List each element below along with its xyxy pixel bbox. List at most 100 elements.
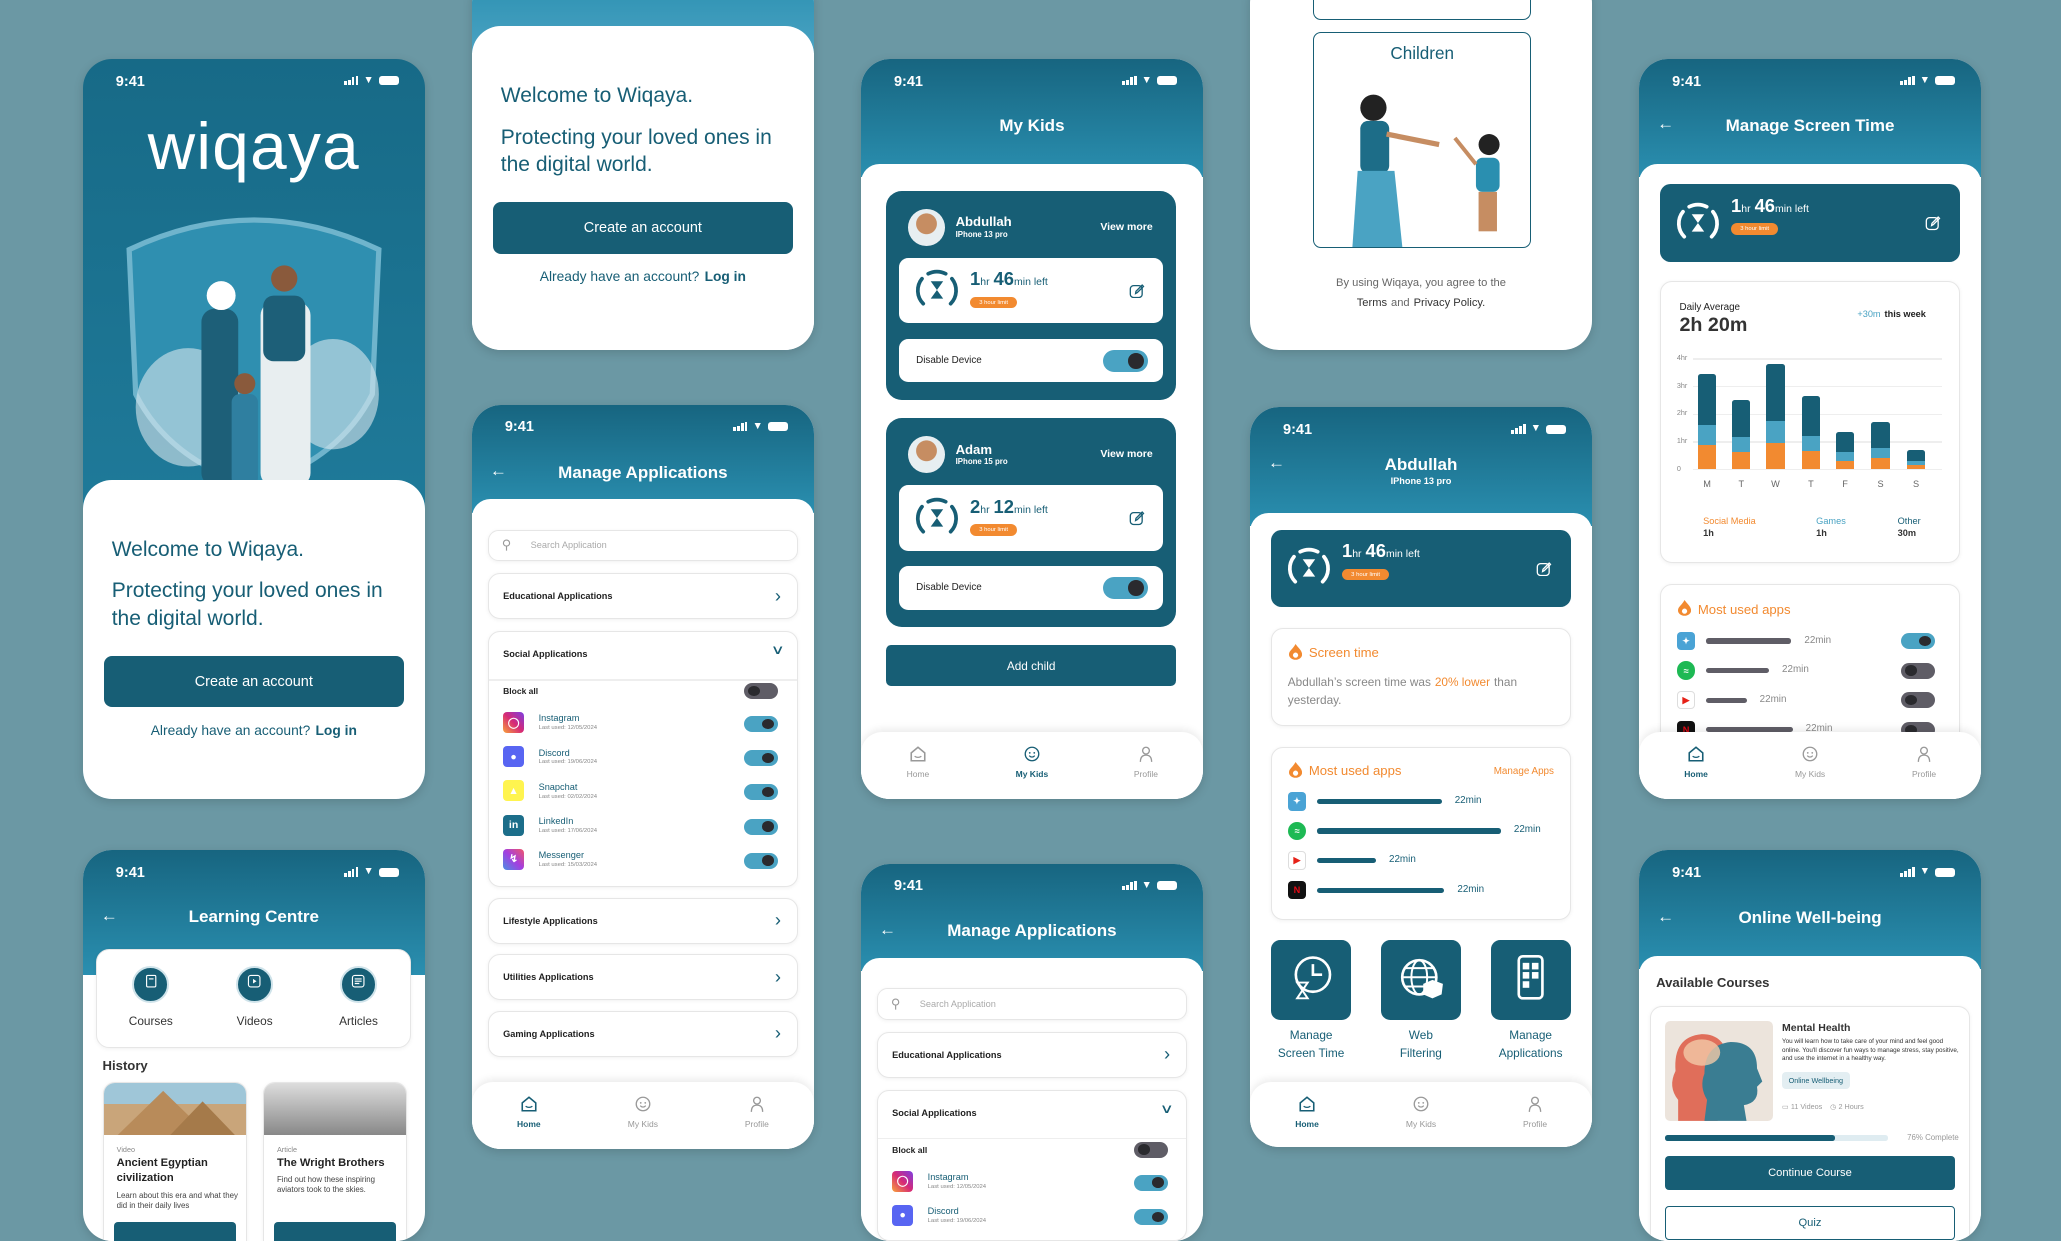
app-usage-row: N 22min [1272, 880, 1570, 902]
category-item[interactable]: Utilities Applications › [487, 954, 798, 1001]
flame-icon [1289, 643, 1303, 665]
manage-apps-link[interactable]: Manage Apps [1494, 766, 1554, 777]
feature-tile[interactable] [1490, 939, 1571, 1020]
nav-item-kids[interactable]: My Kids [603, 1095, 682, 1149]
nav-item-home[interactable]: Home [489, 1095, 568, 1149]
app-toggle[interactable] [744, 818, 779, 835]
nav-item-profile[interactable]: Profile [717, 1095, 796, 1149]
category-social[interactable]: Social Applications ∨ Block all ◯ Instagram L… [487, 630, 798, 888]
nav-item-profile[interactable]: Profile [1885, 745, 1964, 799]
usage-bar [1705, 697, 1747, 703]
gridline [1692, 386, 1943, 388]
edit-icon[interactable] [1536, 561, 1552, 577]
minutes-value: 46 [993, 268, 1014, 290]
nav-item-home[interactable]: Home [1657, 745, 1736, 799]
nav-item-home[interactable]: Home [1268, 1095, 1347, 1148]
nav-label: My Kids [1794, 769, 1826, 780]
page-title: Learning Centre [188, 906, 319, 926]
app-toggle[interactable] [1133, 1208, 1168, 1225]
category-educational[interactable]: Educational Applications › [487, 573, 798, 620]
block-all-toggle[interactable] [744, 683, 779, 700]
edit-icon[interactable] [1925, 215, 1941, 231]
app-row: ● Discord Last used: 19/06/2024 [878, 1202, 1186, 1231]
instagram-icon: ◯ [503, 712, 525, 734]
section-title: Available Courses [1656, 975, 1770, 991]
login-link[interactable]: Log in [316, 723, 357, 738]
course-duration: 2 Hours [1838, 1102, 1864, 1112]
app-toggle[interactable] [744, 852, 779, 869]
privacy-link[interactable]: Privacy Policy. [1414, 297, 1486, 309]
app-name: LinkedIn [538, 815, 574, 826]
profile-icon [1137, 745, 1155, 769]
search-input[interactable]: ⚲ Search Application [876, 988, 1187, 1020]
edit-icon[interactable] [1129, 283, 1145, 299]
page-title: Abdullah [1384, 454, 1458, 474]
legend-value: 30m [1897, 528, 1917, 539]
chevron-down-icon: ∨ [1159, 1101, 1174, 1117]
item-action-button[interactable] [274, 1222, 396, 1241]
hours-unit: hr [1741, 202, 1751, 215]
category-label: Courses [128, 1014, 173, 1029]
item-action-button[interactable] [114, 1222, 236, 1241]
status-time: 9:41 [115, 73, 145, 90]
search-placeholder: Search Application [919, 998, 996, 1009]
hourglass-timer-icon [912, 265, 962, 315]
disable-device-toggle[interactable] [1102, 576, 1148, 600]
app-toggle[interactable] [1901, 692, 1936, 709]
category-educational[interactable]: Educational Applications › [876, 1031, 1187, 1078]
terms-link[interactable]: Terms [1357, 297, 1387, 309]
search-input[interactable]: ⚲ Search Application [487, 529, 798, 562]
add-child-button[interactable]: Add child [885, 645, 1177, 687]
header: 9:41 ▼ My Kids [860, 59, 1203, 178]
bar-segment-other [1906, 449, 1926, 461]
nav-item-profile[interactable]: Profile [1106, 745, 1185, 799]
category-courses[interactable] [132, 965, 170, 1003]
linkedin-icon: in [503, 814, 525, 836]
history-item[interactable]: Article The Wright Brothers Find out how t… [262, 1081, 408, 1241]
app-toggle[interactable] [744, 716, 779, 732]
x-tick-label: W [1771, 479, 1780, 490]
profile-icon [1526, 1095, 1544, 1119]
parent-child-illustration [1334, 92, 1518, 247]
item-title: Ancient Egyptian civilization [116, 1157, 208, 1184]
category-social[interactable]: Social Applications ∨ Block all ◯ Instagram L… [876, 1089, 1187, 1241]
bar-segment-games [1732, 437, 1751, 453]
family-shield-illustration [116, 197, 392, 490]
category-item[interactable]: Gaming Applications › [487, 1010, 798, 1057]
create-account-button[interactable]: Create an account [492, 202, 793, 254]
quiz-button[interactable]: Quiz [1665, 1206, 1955, 1241]
app-toggle[interactable] [744, 750, 779, 767]
category-articles[interactable] [340, 965, 377, 1003]
category-videos[interactable] [236, 965, 274, 1003]
nav-item-profile[interactable]: Profile [1496, 1095, 1575, 1148]
app-toggle[interactable] [1901, 633, 1936, 650]
pyramids-image [103, 1082, 247, 1136]
feature-tile[interactable] [1380, 939, 1461, 1020]
feature-tile[interactable] [1271, 939, 1352, 1020]
app-toggle[interactable] [1133, 1174, 1168, 1191]
app-toggle[interactable] [1901, 662, 1936, 679]
disable-device-toggle[interactable] [1102, 349, 1148, 372]
status-icons: ▼ [344, 75, 399, 86]
app-toggle[interactable] [744, 784, 779, 801]
nav-item-kids[interactable]: My Kids [992, 745, 1071, 799]
edit-icon[interactable] [1129, 510, 1145, 526]
block-all-toggle[interactable] [1133, 1141, 1168, 1158]
view-more-link[interactable]: View more [1100, 448, 1152, 460]
screen-time-summary: Abdullah’s screen time was 20% lower than … [1288, 673, 1557, 710]
create-account-button[interactable]: Create an account [103, 655, 404, 708]
nav-item-kids[interactable]: My Kids [1382, 1095, 1461, 1148]
category-item[interactable]: Lifestyle Applications › [487, 897, 798, 944]
view-more-link[interactable]: View more [1100, 221, 1152, 233]
legend-value: 1h [1703, 528, 1714, 539]
video-icon: ▭ [1782, 1102, 1791, 1112]
status-time: 9:41 [504, 419, 534, 436]
history-item[interactable]: Video Ancient Egyptian civilization Learn … [102, 1081, 248, 1241]
most-used-title: Most used apps [1308, 763, 1402, 779]
y-tick-label: 0 [1676, 463, 1681, 473]
continue-course-button[interactable]: Continue Course [1665, 1156, 1955, 1191]
nav-item-kids[interactable]: My Kids [1771, 745, 1850, 799]
nav-item-home[interactable]: Home [878, 745, 957, 799]
nav-label: Home [1295, 1118, 1319, 1129]
login-link[interactable]: Log in [705, 269, 746, 284]
